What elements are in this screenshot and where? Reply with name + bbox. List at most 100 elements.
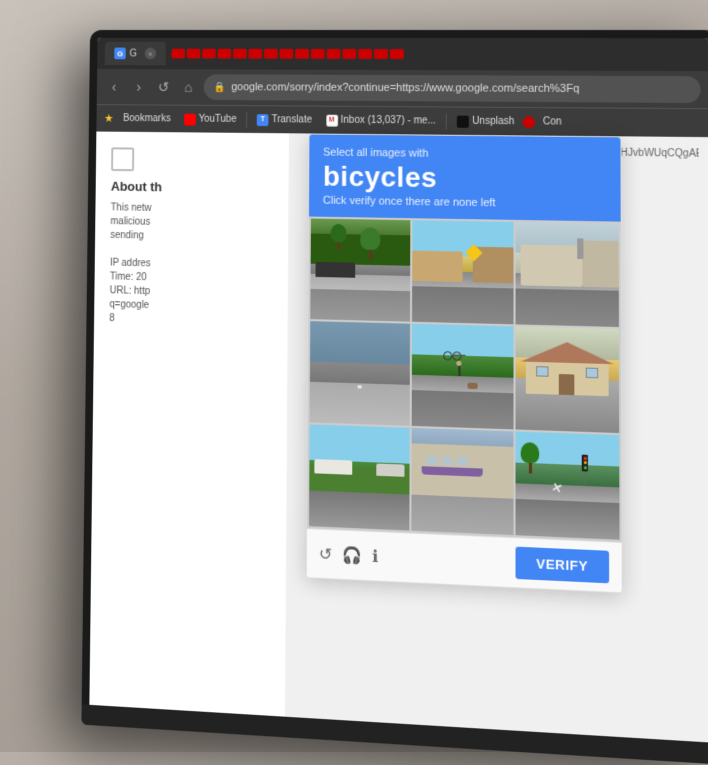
tower-element <box>577 238 583 259</box>
bookmark-translate[interactable]: T Translate <box>251 112 318 128</box>
about-title: About th <box>111 179 273 196</box>
translate-favicon: T <box>257 114 269 126</box>
media-tab-11[interactable] <box>326 49 340 59</box>
monitor-frame: G G × <box>81 30 708 765</box>
bookmark-con[interactable]: Con <box>537 114 568 130</box>
road-marking-x: ✕ <box>550 480 564 497</box>
page-left-sidebar: About th This netw malicious sending IP … <box>89 132 289 730</box>
cyclist-head <box>456 361 461 366</box>
captcha-refresh-icon[interactable]: ↺ <box>319 543 332 564</box>
bldg-win-1 <box>427 456 437 465</box>
captcha-grid-cell-4[interactable] <box>310 321 410 426</box>
youtube-label: YouTube <box>199 114 237 125</box>
security-lock-icon: 🔒 <box>213 82 225 93</box>
bookmark-unsplash[interactable]: Unsplash <box>451 113 521 130</box>
unsplash-label: Unsplash <box>472 116 514 127</box>
traffic-light-red <box>583 457 586 460</box>
youtube-favicon <box>184 113 196 125</box>
tab-title: G <box>129 48 137 59</box>
bldg-win-3 <box>457 457 467 466</box>
bldg-main <box>521 245 583 287</box>
media-tab-6[interactable] <box>248 49 262 59</box>
tree-trunk-2 <box>369 250 372 260</box>
bookmark-star-icon: ★ <box>104 112 114 125</box>
checkbox-element[interactable] <box>111 147 134 171</box>
captcha-image-5 <box>412 324 514 430</box>
about-num: 8 <box>109 312 272 330</box>
tree-trunk-3 <box>528 463 531 473</box>
browser-tab-bar: G G × <box>97 38 708 71</box>
captcha-grid-cell-8[interactable] <box>411 428 513 535</box>
grey-car <box>376 463 404 476</box>
captcha-widget: Select all images with bicycles Click ve… <box>306 133 623 593</box>
bookmark-bookmarks[interactable]: Bookmarks <box>117 111 176 126</box>
tree-element-1 <box>330 224 346 250</box>
captcha-image-9: ✕ <box>516 432 620 540</box>
forward-button[interactable]: › <box>129 77 148 97</box>
home-button[interactable]: ⌂ <box>179 77 198 97</box>
road-perspective <box>310 321 410 426</box>
captcha-info-icon[interactable]: ℹ <box>372 546 378 567</box>
bookmark-youtube[interactable]: YouTube <box>178 111 242 127</box>
captcha-grid-cell-6[interactable] <box>516 326 620 433</box>
media-tab-15[interactable] <box>390 49 404 59</box>
captcha-audio-icon[interactable]: 🎧 <box>342 545 362 566</box>
back-button[interactable]: ‹ <box>104 77 123 97</box>
bookmarks-label: Bookmarks <box>123 113 171 124</box>
about-line-3: sending <box>110 229 272 246</box>
gmail-favicon: M <box>326 114 338 126</box>
address-url-text: google.com/sorry/index?continue=https://… <box>231 81 579 95</box>
media-tab-5[interactable] <box>233 49 247 59</box>
captcha-image-2 <box>412 220 514 324</box>
dog-shape <box>468 383 478 389</box>
media-tab-3[interactable] <box>202 49 216 59</box>
captcha-image-3 <box>516 222 619 327</box>
captcha-grid-cell-1[interactable] <box>310 219 410 322</box>
captcha-grid-cell-3[interactable] <box>516 222 619 327</box>
captcha-grid-cell-2[interactable] <box>412 220 514 324</box>
gmail-label: Inbox (13,037) - me... <box>341 115 436 127</box>
captcha-image-4 <box>310 321 410 426</box>
tab-favicon: G <box>114 48 126 60</box>
captcha-instruction: Click verify once there are none left <box>323 195 606 211</box>
media-tab-2[interactable] <box>187 49 201 59</box>
bookmark-gmail[interactable]: M Inbox (13,037) - me... <box>320 112 442 129</box>
active-tab[interactable]: G G × <box>105 42 166 66</box>
media-tab-9[interactable] <box>295 49 309 59</box>
captcha-keyword: bicycles <box>323 161 606 197</box>
media-tab-12[interactable] <box>342 49 356 59</box>
media-tab-10[interactable] <box>311 49 325 59</box>
bookmark-separator-1 <box>246 112 247 128</box>
address-bar[interactable]: 🔒 google.com/sorry/index?continue=https:… <box>204 74 701 103</box>
tree-top <box>331 224 347 242</box>
traffic-light-yellow <box>583 461 586 464</box>
captcha-grid-cell-7[interactable] <box>309 424 410 530</box>
browser-nav-bar: ‹ › ↺ ⌂ 🔒 google.com/sorry/index?continu… <box>97 69 708 108</box>
vehicle-shape <box>316 262 356 278</box>
red-circle-favicon <box>523 116 535 128</box>
about-text: This netw malicious sending IP addres Ti… <box>109 201 272 330</box>
tree-trunk <box>337 242 340 250</box>
bldg-side <box>582 241 618 288</box>
media-tab-14[interactable] <box>374 49 388 59</box>
verify-button[interactable]: VERIFY <box>516 547 610 584</box>
bookmark-separator-2 <box>446 113 447 129</box>
tab-close-button[interactable]: × <box>144 48 156 60</box>
house-window-r <box>586 368 598 379</box>
media-tab-1[interactable] <box>171 49 185 59</box>
traffic-light-green <box>583 466 586 469</box>
captcha-grid-cell-9[interactable]: ✕ <box>516 432 620 540</box>
traffic-light-pole <box>584 471 585 484</box>
captcha-grid-cell-5[interactable] <box>412 324 514 430</box>
captcha-icon-group: ↺ 🎧 ℹ <box>319 543 379 566</box>
media-tab-4[interactable] <box>217 49 231 59</box>
bike-frame <box>453 354 465 356</box>
media-tab-7[interactable] <box>264 49 278 59</box>
media-tab-13[interactable] <box>358 49 372 59</box>
house-roof <box>521 341 614 364</box>
media-tab-8[interactable] <box>279 49 293 59</box>
captcha-image-7 <box>309 424 410 530</box>
reload-button[interactable]: ↺ <box>154 77 173 97</box>
con-label: Con <box>543 116 562 127</box>
building-left <box>412 251 463 283</box>
